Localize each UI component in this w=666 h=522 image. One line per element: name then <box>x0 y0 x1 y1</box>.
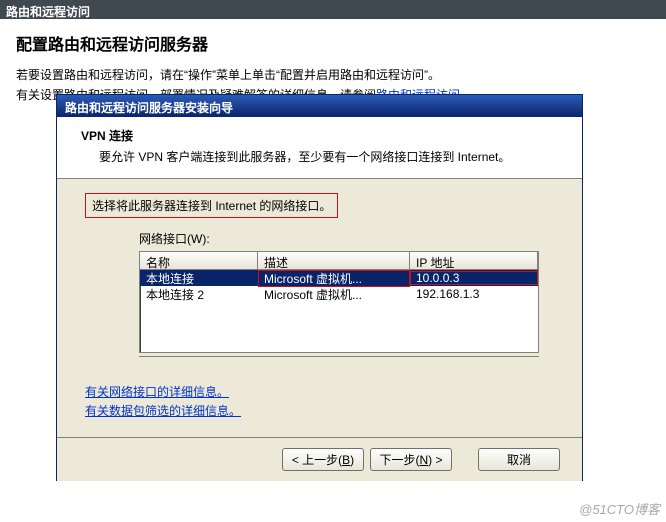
app-title-bar: 路由和远程访问 <box>0 0 666 19</box>
cell-ip: 10.0.0.3 <box>410 271 538 285</box>
cell-desc: Microsoft 虚拟机... <box>258 270 410 287</box>
wizard-title: 路由和远程访问服务器安装向导 <box>65 101 233 115</box>
instruction-text: 选择将此服务器连接到 Internet 的网络接口。 <box>92 199 331 213</box>
table-row[interactable]: 本地连接 Microsoft 虚拟机... 10.0.0.3 <box>140 270 538 286</box>
back-button[interactable]: < 上一步(B) <box>282 448 364 471</box>
col-desc[interactable]: 描述 <box>258 252 410 269</box>
cell-desc: Microsoft 虚拟机... <box>258 286 410 303</box>
col-ip[interactable]: IP 地址 <box>410 252 538 269</box>
wizard-header: VPN 连接 要允许 VPN 客户端连接到此服务器，至少要有一个网络接口连接到 … <box>57 117 582 179</box>
interfaces-listview[interactable]: 名称 描述 IP 地址 本地连接 Microsoft 虚拟机... 10.0.0… <box>139 251 539 353</box>
info-link-interfaces[interactable]: 有关网络接口的详细信息。 <box>85 385 229 399</box>
wizard-titlebar: 路由和远程访问服务器安装向导 <box>57 95 582 117</box>
wizard-header-desc: 要允许 VPN 客户端连接到此服务器，至少要有一个网络接口连接到 Interne… <box>81 148 558 166</box>
table-row[interactable]: 本地连接 2 Microsoft 虚拟机... 192.168.1.3 <box>140 286 538 302</box>
listview-header: 名称 描述 IP 地址 <box>140 252 538 270</box>
info-links: 有关网络接口的详细信息。 有关数据包筛选的详细信息。 <box>85 383 241 421</box>
wizard-footer: < 上一步(B) 下一步(N) > 取消 <box>57 437 582 481</box>
watermark: @51CTO博客 <box>579 499 660 518</box>
instruction-box: 选择将此服务器连接到 Internet 的网络接口。 <box>85 193 338 218</box>
listview-divider <box>139 356 539 357</box>
cell-name: 本地连接 <box>140 270 258 287</box>
page-title: 配置路由和远程访问服务器 <box>16 31 650 55</box>
content-area: 配置路由和远程访问服务器 若要设置路由和远程访问，请在“操作”菜单上单击“配置并… <box>0 19 666 106</box>
interfaces-label: 网络接口(W): <box>139 230 554 247</box>
next-button[interactable]: 下一步(N) > <box>370 448 452 471</box>
wizard-window: 路由和远程访问服务器安装向导 VPN 连接 要允许 VPN 客户端连接到此服务器… <box>56 94 583 481</box>
intro-line1: 若要设置路由和远程访问，请在“操作”菜单上单击“配置并启用路由和远程访问”。 <box>16 68 440 82</box>
cell-name: 本地连接 2 <box>140 286 258 303</box>
wizard-body: 选择将此服务器连接到 Internet 的网络接口。 网络接口(W): 名称 描… <box>57 179 582 437</box>
wizard-header-title: VPN 连接 <box>81 127 558 144</box>
info-link-packetfilter[interactable]: 有关数据包筛选的详细信息。 <box>85 404 241 418</box>
app-title: 路由和远程访问 <box>6 5 90 19</box>
cancel-button[interactable]: 取消 <box>478 448 560 471</box>
cell-ip: 192.168.1.3 <box>410 287 538 301</box>
col-name[interactable]: 名称 <box>140 252 258 269</box>
